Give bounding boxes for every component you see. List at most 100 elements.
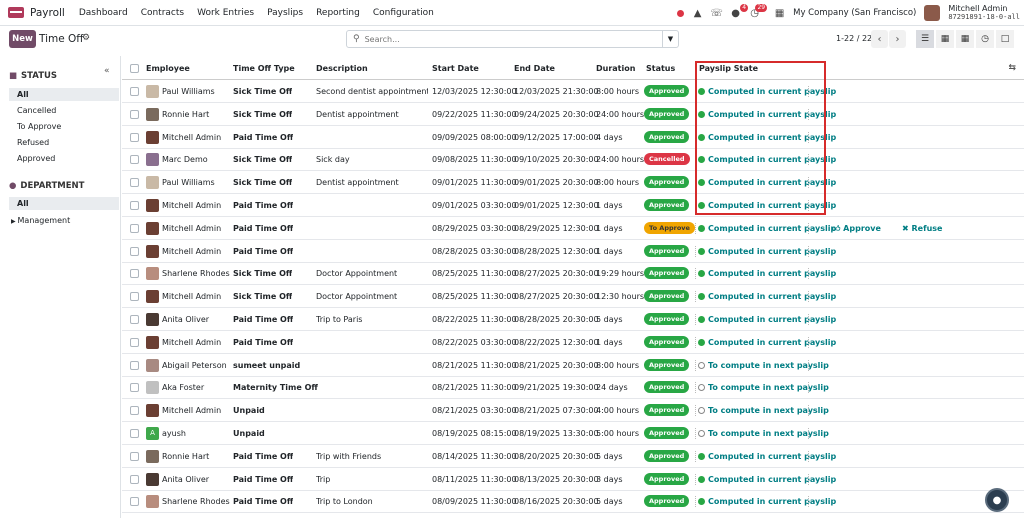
status-filter-cancelled[interactable]: Cancelled	[9, 104, 119, 117]
user-avatar[interactable]	[924, 5, 941, 21]
menu-contracts[interactable]: Contracts	[141, 8, 184, 18]
row-checkbox[interactable]	[130, 155, 139, 165]
kanban-view-button[interactable]: ▦	[936, 30, 954, 48]
row-checkbox[interactable]	[130, 178, 139, 188]
column-end-date[interactable]: End Date	[514, 57, 555, 80]
employee-name: ayush	[162, 429, 186, 438]
table-row[interactable]: Sharlene Rhodes Paid Time Off Trip to Lo…	[122, 490, 1024, 514]
row-checkbox[interactable]	[130, 109, 139, 119]
approve-button[interactable]: 👍︎ Approve	[832, 217, 881, 240]
department-filter-all[interactable]: All	[9, 197, 119, 210]
row-checkbox[interactable]	[130, 360, 139, 370]
time-off-type: Paid Time Off	[233, 246, 294, 256]
pager-value[interactable]: 1-22 / 22	[836, 34, 872, 43]
row-checkbox[interactable]	[130, 87, 139, 96]
search-dropdown-toggle[interactable]: ▼	[662, 31, 678, 47]
table-row[interactable]: A ayush Unpaid 08/19/2025 08:15:00 08/19…	[122, 422, 1024, 445]
table-row[interactable]: Mitchell Admin Paid Time Off 08/22/2025 …	[122, 331, 1024, 354]
description: Trip to London	[316, 497, 373, 507]
table-row[interactable]: Paul Williams Sick Time Off Dentist appo…	[122, 171, 1024, 195]
pager-next-button[interactable]: ›	[889, 30, 906, 48]
row-checkbox[interactable]	[130, 246, 139, 256]
table-row[interactable]: Mitchell Admin Sick Time Off Doctor Appo…	[122, 285, 1024, 309]
livechat-button[interactable]: ●	[985, 488, 1009, 512]
row-checkbox[interactable]	[130, 406, 139, 416]
column-description[interactable]: Description	[316, 57, 368, 80]
table-row[interactable]: Mitchell Admin Paid Time Off 09/09/2025 …	[122, 126, 1024, 149]
status-filter-all[interactable]: All	[9, 88, 119, 101]
table-row[interactable]: Mitchell Admin Unpaid 08/21/2025 03:30:0…	[122, 399, 1024, 423]
menu-reporting[interactable]: Reporting	[316, 8, 360, 18]
status-badge: Approved	[644, 244, 690, 257]
bug-icon[interactable]: ▲	[692, 8, 703, 19]
select-all-checkbox[interactable]	[130, 64, 139, 73]
list-view-button[interactable]: ☰	[916, 30, 934, 48]
table-row[interactable]: Ronnie Hart Paid Time Off Trip with Frie…	[122, 445, 1024, 468]
table-row[interactable]: Mitchell Admin Paid Time Off 09/01/2025 …	[122, 194, 1024, 217]
table-row[interactable]: Marc Demo Sick Time Off Sick day 09/08/2…	[122, 148, 1024, 172]
row-checkbox[interactable]	[130, 132, 139, 142]
time-off-type: Paid Time Off	[233, 451, 294, 461]
search-input[interactable]	[364, 34, 662, 44]
row-checkbox[interactable]	[130, 497, 139, 507]
row-checkbox[interactable]	[130, 223, 139, 233]
table-row[interactable]: Anita Oliver Paid Time Off Trip to Paris…	[122, 308, 1024, 331]
column-duration[interactable]: Duration	[596, 57, 635, 80]
row-checkbox[interactable]	[130, 292, 139, 302]
status-filter-to-approve[interactable]: To Approve	[9, 120, 119, 133]
duration: 24 days	[596, 383, 628, 393]
pivot-view-button[interactable]: □	[996, 30, 1014, 48]
user-menu[interactable]: Mitchell Admin 87291891-18-0-all	[948, 4, 1020, 22]
company-switcher[interactable]: My Company (San Francisco)	[793, 8, 916, 18]
table-row[interactable]: Aka Foster Maternity Time Off 08/21/2025…	[122, 376, 1024, 400]
start-date: 09/01/2025 03:30:00	[432, 201, 517, 210]
menu-configuration[interactable]: Configuration	[373, 8, 434, 18]
table-row[interactable]: Ronnie Hart Sick Time Off Dentist appoin…	[122, 103, 1024, 126]
column-status[interactable]: Status	[646, 57, 675, 80]
refuse-button[interactable]: ✖ Refuse	[902, 217, 942, 240]
row-checkbox[interactable]	[130, 337, 139, 347]
calendar-view-button[interactable]: ▦	[956, 30, 974, 48]
status-filter-approved[interactable]: Approved	[9, 152, 119, 165]
column-employee[interactable]: Employee	[146, 57, 190, 80]
activity-clock-icon[interactable]: ◷ 29	[749, 3, 768, 19]
new-button[interactable]: New	[9, 30, 36, 48]
column-time-off-type[interactable]: Time Off Type	[233, 57, 295, 80]
chat-icon[interactable]: ● 4	[730, 3, 749, 19]
table-row[interactable]: Abigail Peterson sumeet unpaid 08/21/202…	[122, 354, 1024, 377]
collapse-sidebar-icon[interactable]: «	[104, 66, 110, 76]
employee-avatar	[146, 153, 159, 167]
menu-payslips[interactable]: Payslips	[267, 8, 303, 18]
row-checkbox[interactable]	[130, 315, 139, 324]
start-date: 08/25/2025 11:30:00	[432, 269, 517, 279]
status-badge: Approved	[644, 267, 690, 280]
status-badge: Approved	[644, 85, 690, 97]
activity-view-button[interactable]: ◷	[976, 30, 994, 48]
table-row[interactable]: Mitchell Admin Paid Time Off 08/29/2025 …	[122, 217, 1024, 240]
employee-name: Mitchell Admin	[162, 246, 222, 256]
row-checkbox[interactable]	[130, 429, 139, 438]
table-row[interactable]: Anita Oliver Paid Time Off Trip 08/11/20…	[122, 468, 1024, 491]
row-checkbox[interactable]	[130, 201, 139, 210]
description: Sick day	[316, 155, 350, 165]
department-filter-management[interactable]: ▶ Management	[9, 214, 119, 227]
payslip-state: Computed in current payslip	[698, 285, 836, 308]
optional-columns-icon[interactable]: ⇆	[1008, 57, 1016, 80]
gear-icon[interactable]: ⚙	[82, 33, 90, 43]
pager-previous-button[interactable]: ‹	[871, 30, 888, 48]
status-filter-refused[interactable]: Refused	[9, 136, 119, 149]
row-checkbox[interactable]	[130, 269, 139, 279]
table-row[interactable]: Sharlene Rhodes Sick Time Off Doctor App…	[122, 262, 1024, 286]
menu-work-entries[interactable]: Work Entries	[197, 8, 254, 18]
row-checkbox[interactable]	[130, 383, 139, 393]
row-checkbox[interactable]	[130, 474, 139, 484]
payroll-app-icon[interactable]	[8, 7, 24, 18]
app-name[interactable]: Payroll	[30, 7, 65, 19]
table-row[interactable]: Mitchell Admin Paid Time Off 08/28/2025 …	[122, 240, 1024, 263]
record-dot-icon[interactable]	[677, 9, 685, 17]
menu-dashboard[interactable]: Dashboard	[79, 8, 128, 18]
column-start-date[interactable]: Start Date	[432, 57, 479, 80]
table-row[interactable]: Paul Williams Sick Time Off Second denti…	[122, 80, 1024, 103]
phone-icon[interactable]: ☏	[710, 8, 723, 19]
row-checkbox[interactable]	[130, 451, 139, 461]
